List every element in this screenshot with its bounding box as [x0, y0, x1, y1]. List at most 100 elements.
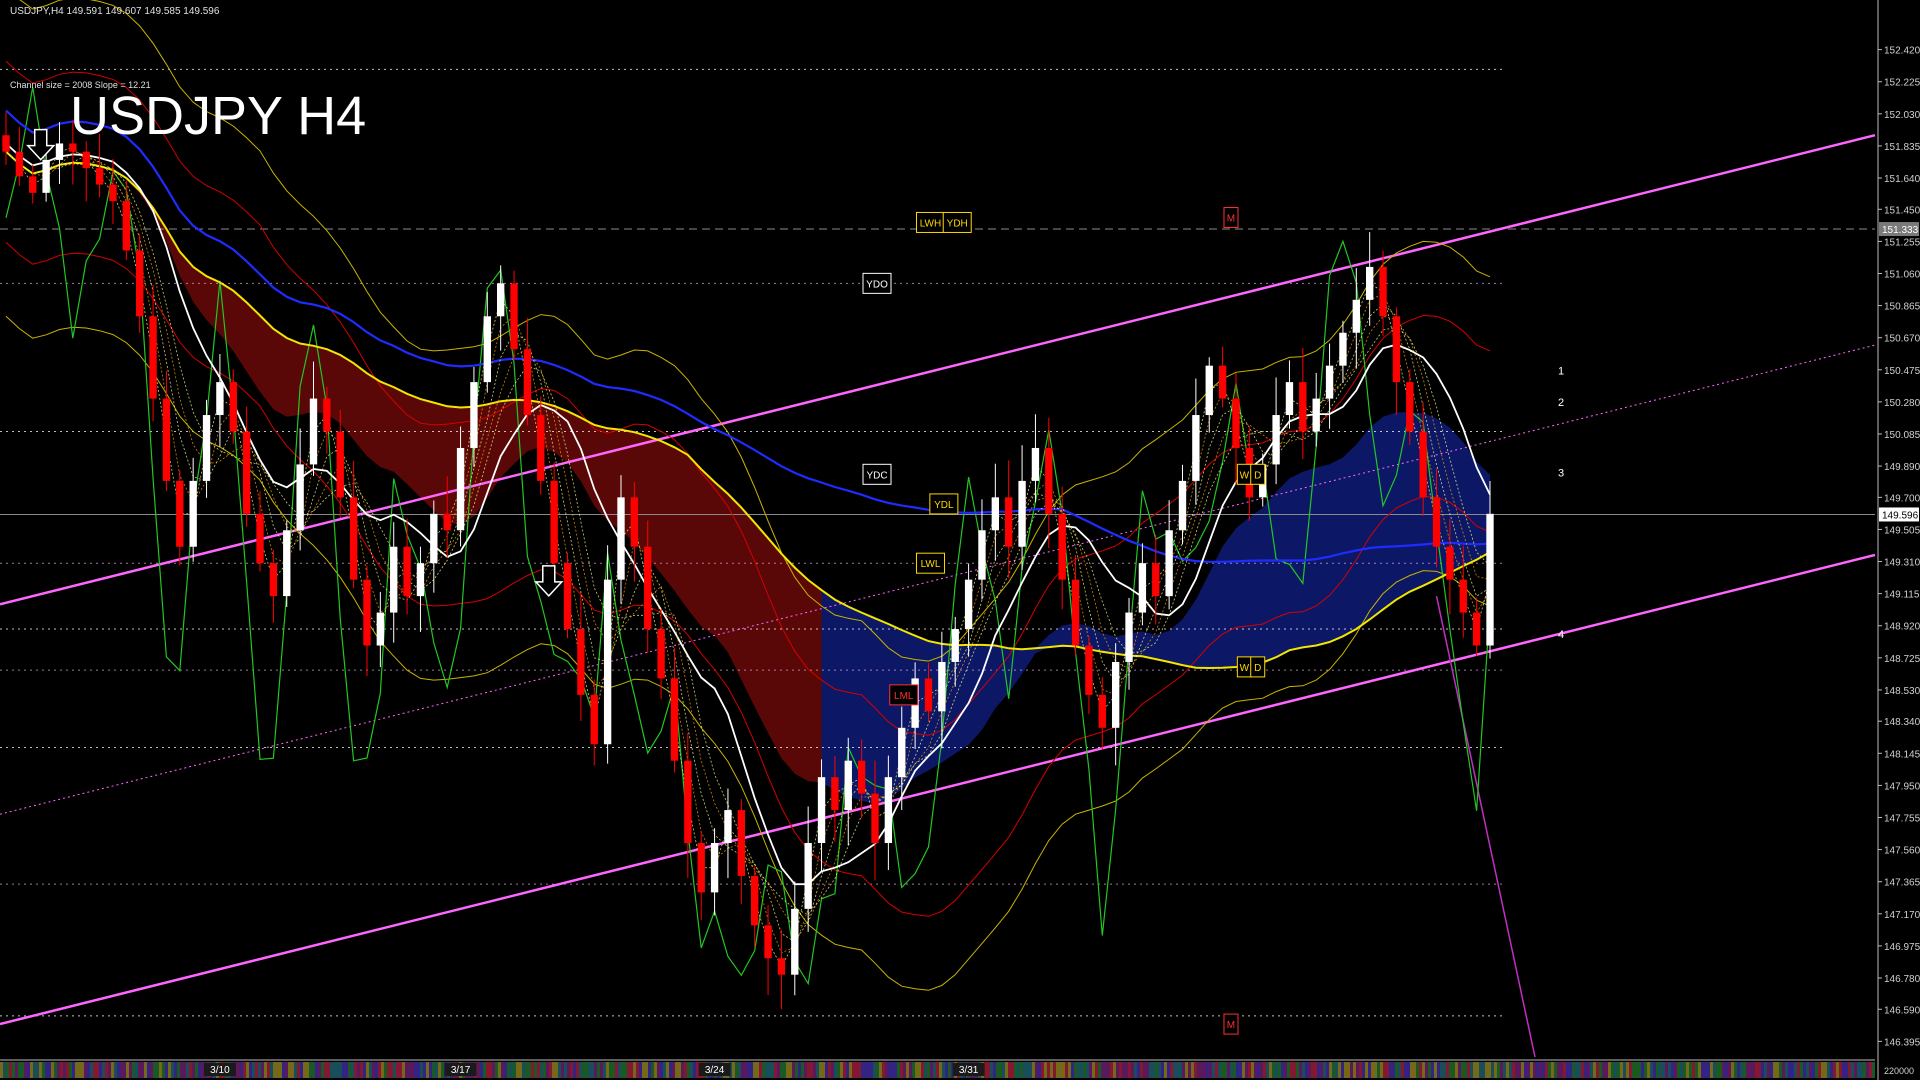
time-strip-cell	[933, 1062, 936, 1078]
time-strip-cell	[1488, 1062, 1491, 1078]
time-strip-cell	[1254, 1062, 1257, 1078]
time-strip-cell	[1452, 1062, 1455, 1078]
candle-body	[577, 629, 585, 695]
time-strip-cell	[438, 1062, 441, 1078]
candle-body	[563, 563, 572, 630]
time-strip-cell	[771, 1062, 774, 1078]
time-strip-cell	[435, 1062, 438, 1078]
time-strip-cell	[1473, 1062, 1476, 1078]
time-strip-cell	[1323, 1062, 1326, 1078]
candle-body	[176, 480, 184, 547]
time-strip-cell	[1287, 1062, 1290, 1078]
candle-body	[42, 159, 50, 193]
time-strip-cell	[648, 1062, 651, 1078]
price-tick-label: 148.145	[1884, 749, 1920, 760]
time-strip-cell	[321, 1062, 324, 1078]
time-strip-cell	[804, 1062, 807, 1078]
time-strip-cell	[1053, 1062, 1056, 1078]
price-tick-label: 148.340	[1884, 717, 1920, 728]
time-strip-cell	[1590, 1062, 1593, 1078]
time-strip-cell	[498, 1062, 501, 1078]
time-strip-cell	[996, 1062, 999, 1078]
time-strip-cell	[1158, 1062, 1161, 1078]
time-strip-cell	[1737, 1062, 1740, 1078]
candle-body	[242, 431, 251, 514]
time-strip-cell	[561, 1062, 564, 1078]
time-strip-cell	[90, 1062, 93, 1078]
time-strip-cell	[1431, 1062, 1434, 1078]
time-strip-cell	[171, 1062, 174, 1078]
time-strip-cell	[1479, 1062, 1482, 1078]
candle-body	[122, 201, 131, 251]
time-strip-cell	[1857, 1062, 1860, 1078]
time-strip-cell	[849, 1062, 852, 1078]
time-strip-cell	[1371, 1062, 1374, 1078]
price-chart[interactable]: 1234YDOYDCYDLLWH YDHLWLLMLMMW DW D 152.4201…	[0, 0, 1920, 1080]
time-strip-cell	[1449, 1062, 1452, 1078]
time-strip-cell	[1194, 1062, 1197, 1078]
time-strip-cell	[144, 1062, 147, 1078]
time-strip-cell	[1707, 1062, 1710, 1078]
time-strip-cell	[192, 1062, 195, 1078]
candle-body	[670, 678, 679, 761]
candle-body	[136, 250, 144, 317]
time-strip-cell	[1311, 1062, 1314, 1078]
time-strip-cell	[1509, 1062, 1512, 1078]
time-strip-cell	[1674, 1062, 1677, 1078]
price-tick-label: 150.865	[1884, 302, 1920, 313]
time-strip-cell	[675, 1062, 678, 1078]
time-strip-cell	[1506, 1062, 1509, 1078]
time-strip-cell	[669, 1062, 672, 1078]
time-strip-cell	[249, 1062, 252, 1078]
time-strip-cell	[1758, 1062, 1761, 1078]
time-strip-cell	[1638, 1062, 1641, 1078]
time-strip-cell	[783, 1062, 786, 1078]
time-strip-cell	[834, 1062, 837, 1078]
chart-area[interactable]: 1 2 3 4 YDO YDC YDL LWH YDH LWL LML M M W D W D 152.420 1…	[0, 0, 1920, 1080]
time-strip-cell	[1734, 1062, 1737, 1078]
time-strip-cell	[1272, 1062, 1275, 1078]
time-strip-cell	[1791, 1062, 1794, 1078]
time-strip-cell	[1008, 1062, 1011, 1078]
time-strip-cell	[483, 1062, 486, 1078]
candle-body	[1312, 398, 1320, 432]
symbol-info-line: USDJPY,H4 149.591 149.607 149.585 149.59…	[10, 6, 220, 17]
target-label: 2	[1558, 397, 1564, 409]
time-strip-cell	[1614, 1062, 1617, 1078]
time-strip-cell	[378, 1062, 381, 1078]
time-strip-cell	[1848, 1062, 1851, 1078]
time-strip-cell	[1797, 1062, 1800, 1078]
time-strip-cell	[1098, 1062, 1101, 1078]
time-strip-cell	[1533, 1062, 1536, 1078]
time-strip-cell	[1041, 1062, 1044, 1078]
time-strip-cell	[1293, 1062, 1296, 1078]
time-strip-cell	[906, 1062, 909, 1078]
time-strip-cell	[537, 1062, 540, 1078]
time-strip-cell	[1695, 1062, 1698, 1078]
time-strip-cell	[1512, 1062, 1515, 1078]
candle-body	[1325, 365, 1334, 399]
time-strip-cell	[1764, 1062, 1767, 1078]
time-strip-cell	[855, 1062, 858, 1078]
price-tick-label: 148.725	[1884, 654, 1920, 665]
time-strip-cell	[687, 1062, 690, 1078]
time-strip-cell	[1107, 1062, 1110, 1078]
time-strip-cell	[1803, 1062, 1806, 1078]
candle-body	[189, 480, 197, 547]
candle-body	[804, 843, 812, 909]
time-strip-cell	[564, 1062, 567, 1078]
level-tag-text: W	[1240, 470, 1250, 481]
time-strip-cell	[522, 1062, 525, 1078]
time-strip-cell	[1350, 1062, 1353, 1078]
time-strip-cell	[1257, 1062, 1260, 1078]
time-strip-cell	[1725, 1062, 1728, 1078]
candle-body	[256, 513, 264, 564]
time-strip-cell	[195, 1062, 198, 1078]
time-strip-cell	[1467, 1062, 1470, 1078]
candle-body	[603, 579, 612, 745]
time-strip-cell	[801, 1062, 804, 1078]
time-strip-cell	[417, 1062, 420, 1078]
time-strip-cell	[1380, 1062, 1383, 1078]
time-strip-cell	[1686, 1062, 1689, 1078]
time-strip-cell	[825, 1062, 828, 1078]
